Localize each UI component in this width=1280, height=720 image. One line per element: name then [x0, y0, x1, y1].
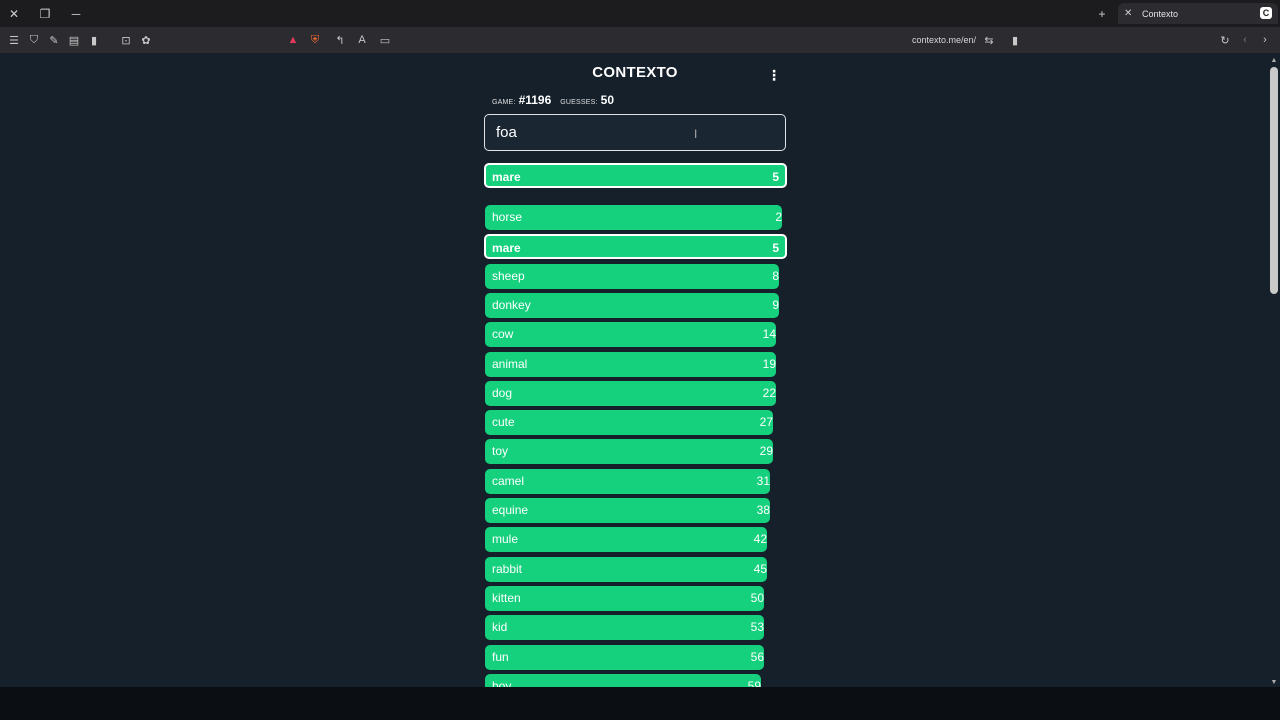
guess-row: camel 31 [485, 469, 770, 494]
scroll-down-icon[interactable]: ▼ [1270, 679, 1278, 687]
guess-word: donkey [492, 298, 531, 312]
last-guess-row: mare 5 [484, 163, 787, 188]
translate-icon[interactable]: A [354, 27, 370, 53]
guess-row: dog 22 [485, 381, 776, 406]
guess-input-box[interactable] [484, 114, 786, 151]
guess-word: rabbit [492, 562, 523, 576]
guesses-label: GUESSES: [560, 99, 598, 106]
guess-rank: 27 [759, 415, 773, 429]
contexto-favicon-icon: C [1260, 7, 1272, 19]
text-cursor-icon: I [694, 127, 698, 141]
guess-row: mule 42 [485, 527, 767, 552]
more-options-icon[interactable]: ⋮ [766, 66, 782, 84]
menu-icon[interactable]: ☰ [6, 27, 22, 53]
last-guess-rank: 5 [772, 170, 779, 184]
share-icon[interactable]: ↰ [332, 27, 348, 53]
guess-row: equine 38 [485, 498, 770, 523]
minimize-window-icon[interactable]: ─ [65, 0, 87, 27]
brave-rewards-icon[interactable]: ▲ [285, 27, 301, 53]
guess-word: camel [492, 474, 525, 488]
guess-word: sheep [492, 269, 525, 283]
guess-rank: 31 [756, 474, 770, 488]
reload-icon[interactable]: ↻ [1217, 27, 1233, 53]
guess-rank: 50 [750, 591, 764, 605]
guess-rank: 9 [772, 298, 779, 312]
restore-window-icon[interactable]: ❐ [34, 0, 56, 27]
browser-toolbar: ☰ ⛉ ✎ ▤ ▮ ⊡ ✿ ▲ ⛨ ↰ A ▭ contexto.me/en/ … [0, 27, 1280, 53]
guess-word: cow [492, 327, 514, 341]
guess-word: fun [492, 650, 509, 664]
guess-word: cute [492, 415, 515, 429]
guess-row: fun 56 [485, 645, 764, 670]
screenshot-icon[interactable]: ⊡ [118, 27, 134, 53]
guess-rank: 38 [756, 503, 770, 517]
guess-row: sheep 8 [485, 264, 779, 289]
page-title: CONTEXTO [592, 64, 678, 81]
guess-rank: 42 [753, 532, 767, 546]
guess-rank: 45 [753, 562, 767, 576]
game-number: #1196 [518, 93, 552, 107]
guess-word: kitten [492, 591, 521, 605]
guess-row: horse 2 [485, 205, 782, 230]
cast-icon[interactable]: ▭ [377, 27, 393, 53]
guess-word: kid [492, 620, 508, 634]
guess-rank: 2 [775, 210, 782, 224]
close-tab-icon[interactable]: ✕ [1124, 8, 1136, 19]
bookmark-icon[interactable]: ▮ [1007, 27, 1023, 53]
guess-row: kitten 50 [485, 586, 764, 611]
game-info: GAME: #1196 GUESSES: 50 [492, 93, 620, 107]
guess-row: animal 19 [485, 352, 776, 377]
browser-tab-bar: ✕ ❐ ─ + ✕ Contexto C [0, 0, 1280, 27]
guess-rank: 53 [750, 620, 764, 634]
last-guess-word: mare [492, 170, 521, 184]
site-settings-icon[interactable]: ⇆ [981, 27, 997, 53]
guess-input[interactable] [496, 124, 686, 141]
guess-row: mare 5 [484, 234, 787, 259]
guess-word: horse [492, 210, 523, 224]
guess-row: cow 14 [485, 322, 776, 347]
game-label: GAME: [492, 99, 516, 106]
taskbar-strip [0, 687, 1280, 720]
forward-icon[interactable]: › [1257, 27, 1273, 53]
guess-word: equine [492, 503, 529, 517]
guess-word: mule [492, 532, 519, 546]
guess-row: donkey 9 [485, 293, 779, 318]
close-window-icon[interactable]: ✕ [3, 0, 25, 27]
guess-word: mare [492, 241, 521, 255]
address-bar-url[interactable]: contexto.me/en/ [880, 27, 976, 53]
back-icon[interactable]: ‹ [1237, 27, 1253, 53]
sidebar-icon[interactable]: ▮ [86, 27, 102, 53]
guess-row: toy 29 [485, 439, 773, 464]
brave-shield-icon[interactable]: ⛨ [307, 27, 323, 53]
guess-row: rabbit 45 [485, 557, 767, 582]
guess-rank: 14 [762, 327, 776, 341]
guess-rank: 22 [762, 386, 776, 400]
guess-rank: 56 [750, 650, 764, 664]
shield-icon[interactable]: ⛉ [26, 27, 42, 53]
scroll-up-icon[interactable]: ▲ [1270, 57, 1278, 65]
guess-word: animal [492, 357, 528, 371]
guess-rank: 19 [762, 357, 776, 371]
guess-word: toy [492, 444, 509, 458]
guess-word: dog [492, 386, 513, 400]
tab-title: Contexto [1142, 8, 1179, 19]
guess-row: cute 27 [485, 410, 773, 435]
guess-rank: 5 [772, 241, 779, 255]
guess-row: kid 53 [485, 615, 764, 640]
extensions-icon[interactable]: ✿ [138, 27, 154, 53]
pin-icon[interactable]: ✎ [46, 27, 62, 53]
tab-contexto[interactable]: ✕ Contexto C [1118, 3, 1278, 24]
scrollbar-thumb[interactable] [1270, 67, 1278, 294]
guess-rank: 29 [759, 444, 773, 458]
new-tab-icon[interactable]: + [1091, 0, 1113, 27]
guess-rank: 8 [772, 269, 779, 283]
guesses-count: 50 [600, 93, 615, 107]
tabs-icon[interactable]: ▤ [66, 27, 82, 53]
